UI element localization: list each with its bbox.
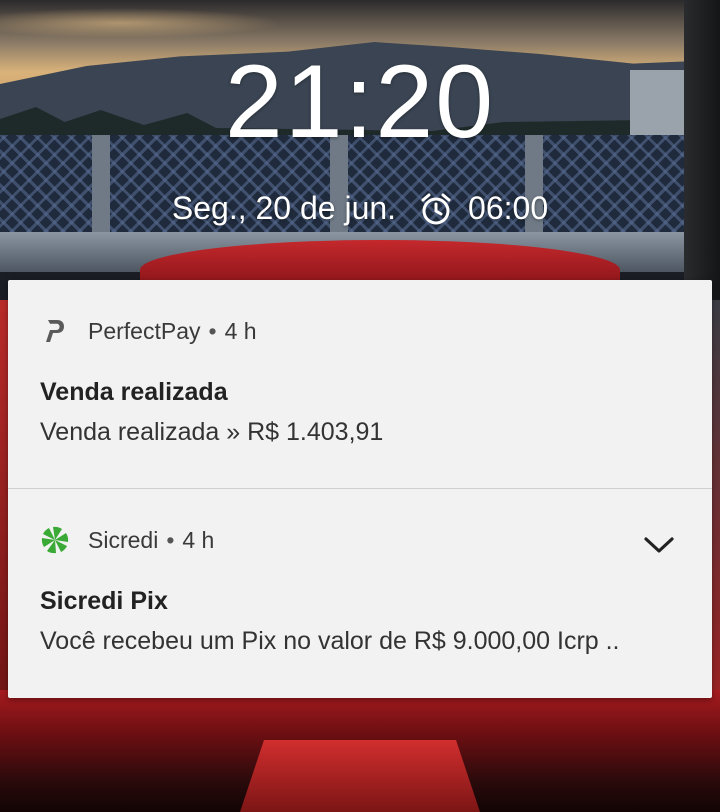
notification-app-name: PerfectPay <box>88 317 201 344</box>
notification-title: Sicredi Pix <box>40 587 168 615</box>
notification-separator: • <box>166 526 175 553</box>
lockscreen-date: Seg., 20 de jun. <box>171 190 397 226</box>
wallpaper-car-grille <box>240 740 480 812</box>
lockscreen-date-row: Seg., 20 de jun. 06:00 <box>0 190 720 227</box>
notification-title: Venda realizada <box>40 378 228 406</box>
notification-separator: • <box>208 317 217 344</box>
notification-perfectpay[interactable]: PerfectPay • 4 h Venda realizada Venda r… <box>8 280 712 489</box>
alarm-time: 06:00 <box>468 190 549 226</box>
notification-age: 4 h <box>182 526 215 553</box>
perfectpay-logo-icon <box>40 316 70 346</box>
notification-header: PerfectPay • 4 h <box>40 316 257 346</box>
chevron-down-icon[interactable] <box>642 533 676 557</box>
wallpaper-cloud <box>0 8 280 38</box>
notification-sicredi[interactable]: Sicredi • 4 h Sicredi Pix Você recebeu u… <box>8 489 712 698</box>
lockscreen-clock: 21:20 <box>224 44 496 160</box>
notification-panel: PerfectPay • 4 h Venda realizada Venda r… <box>8 280 712 698</box>
lock-screen: 21:20 Seg., 20 de jun. 06:00 PerfectPay <box>0 0 720 812</box>
notification-app-name: Sicredi <box>88 526 159 553</box>
notification-text: Você recebeu um Pix no valor de R$ 9.000… <box>40 627 620 655</box>
notification-header: Sicredi • 4 h <box>40 525 214 555</box>
alarm-clock-icon <box>418 191 454 227</box>
sicredi-logo-icon <box>40 525 70 555</box>
notification-age: 4 h <box>224 317 257 344</box>
notification-text: Venda realizada » R$ 1.403,91 <box>40 418 384 446</box>
